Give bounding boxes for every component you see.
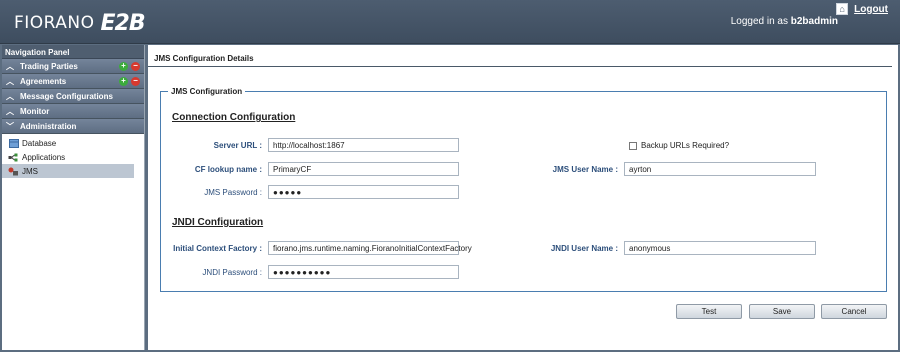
server-url-label: Server URL :: [213, 141, 262, 150]
cancel-button[interactable]: Cancel: [821, 304, 887, 319]
initial-context-factory-label: Initial Context Factory :: [173, 244, 262, 253]
chevron-down-icon: ﹀: [6, 121, 14, 131]
server-url-input[interactable]: http://localhost:1867: [268, 138, 459, 152]
page-title: JMS Configuration Details: [154, 54, 254, 63]
logged-in-status: Logged in as b2badmin: [731, 16, 838, 27]
nav-section-trading-parties[interactable]: ︿ Trading Parties + −: [2, 59, 144, 74]
chevron-up-icon: ︿: [6, 106, 14, 116]
connection-configuration-heading: Connection Configuration: [172, 112, 296, 123]
logo-mark: E2B: [100, 10, 146, 36]
nav-section-label: Trading Parties: [20, 61, 78, 71]
applications-icon: [8, 153, 19, 162]
database-icon: [8, 138, 19, 148]
home-icon[interactable]: ⌂: [836, 3, 849, 15]
jndi-user-name-input[interactable]: anonymous: [624, 241, 816, 255]
logout-area: ⌂ Logout: [836, 3, 888, 15]
add-trading-party-icon[interactable]: +: [119, 62, 128, 71]
nav-section-administration[interactable]: ﹀ Administration: [2, 119, 144, 134]
save-button[interactable]: Save: [749, 304, 815, 319]
jms-password-label: JMS Password :: [204, 188, 262, 197]
logo-text: FIORANO: [14, 13, 95, 33]
nav-item-jms[interactable]: JMS: [2, 164, 134, 178]
logout-link[interactable]: Logout: [854, 4, 888, 15]
backup-urls-label: Backup URLs Required?: [641, 141, 730, 150]
cf-lookup-name-label: CF lookup name :: [194, 165, 262, 174]
jndi-password-label: JNDI Password :: [202, 268, 262, 277]
jms-user-name-input[interactable]: ayrton: [624, 162, 816, 176]
remove-trading-party-icon[interactable]: −: [131, 62, 140, 71]
nav-item-database[interactable]: Database: [2, 136, 144, 150]
backup-urls-checkbox[interactable]: [629, 141, 637, 150]
username: b2badmin: [790, 16, 838, 27]
logged-in-prefix: Logged in as: [730, 16, 791, 27]
navigation-panel: Navigation Panel ︿ Trading Parties + − ︿…: [2, 45, 145, 350]
administration-items: Database Applications JMS: [2, 134, 144, 178]
fiorano-logo: FIORANO E2B: [14, 10, 146, 36]
chevron-up-icon: ︿: [6, 61, 14, 71]
nav-section-agreements[interactable]: ︿ Agreements + −: [2, 74, 144, 89]
nav-section-label: Message Configurations: [20, 91, 113, 101]
cf-lookup-name-input[interactable]: PrimaryCF: [268, 162, 459, 176]
remove-agreement-icon[interactable]: −: [131, 77, 140, 86]
chevron-up-icon: ︿: [6, 91, 14, 101]
jms-password-input[interactable]: ●●●●●: [268, 185, 459, 199]
nav-section-label: Monitor: [20, 106, 50, 116]
jndi-user-name-label: JNDI User Name :: [550, 244, 618, 253]
nav-section-label: Administration: [20, 121, 77, 131]
jms-icon: [8, 167, 19, 176]
nav-panel-title: Navigation Panel: [2, 45, 144, 59]
nav-item-applications[interactable]: Applications: [2, 150, 144, 164]
main-content: JMS Configuration Details JMS Configurat…: [148, 45, 898, 350]
nav-item-label: JMS: [22, 166, 38, 176]
chevron-up-icon: ︿: [6, 76, 14, 86]
nav-section-message-configurations[interactable]: ︿ Message Configurations: [2, 89, 144, 104]
fieldset-legend: JMS Configuration: [168, 87, 246, 96]
jms-user-name-label: JMS User Name :: [552, 165, 618, 174]
nav-section-label: Agreements: [20, 76, 67, 86]
test-button[interactable]: Test: [676, 304, 742, 319]
nav-section-monitor[interactable]: ︿ Monitor: [2, 104, 144, 119]
nav-item-label: Database: [22, 138, 57, 148]
initial-context-factory-input[interactable]: fiorano.jms.runtime.naming.FioranoInitia…: [268, 241, 472, 255]
backup-urls-checkbox-group[interactable]: Backup URLs Required?: [629, 141, 729, 150]
app-header: FIORANO E2B Logged in as b2badmin ⌂ Logo…: [0, 0, 900, 44]
jndi-password-input[interactable]: ●●●●●●●●●●: [268, 265, 459, 279]
add-agreement-icon[interactable]: +: [119, 77, 128, 86]
jndi-configuration-heading: JNDI Configuration: [172, 217, 264, 228]
nav-item-label: Applications: [22, 152, 66, 162]
title-divider: [148, 66, 892, 67]
